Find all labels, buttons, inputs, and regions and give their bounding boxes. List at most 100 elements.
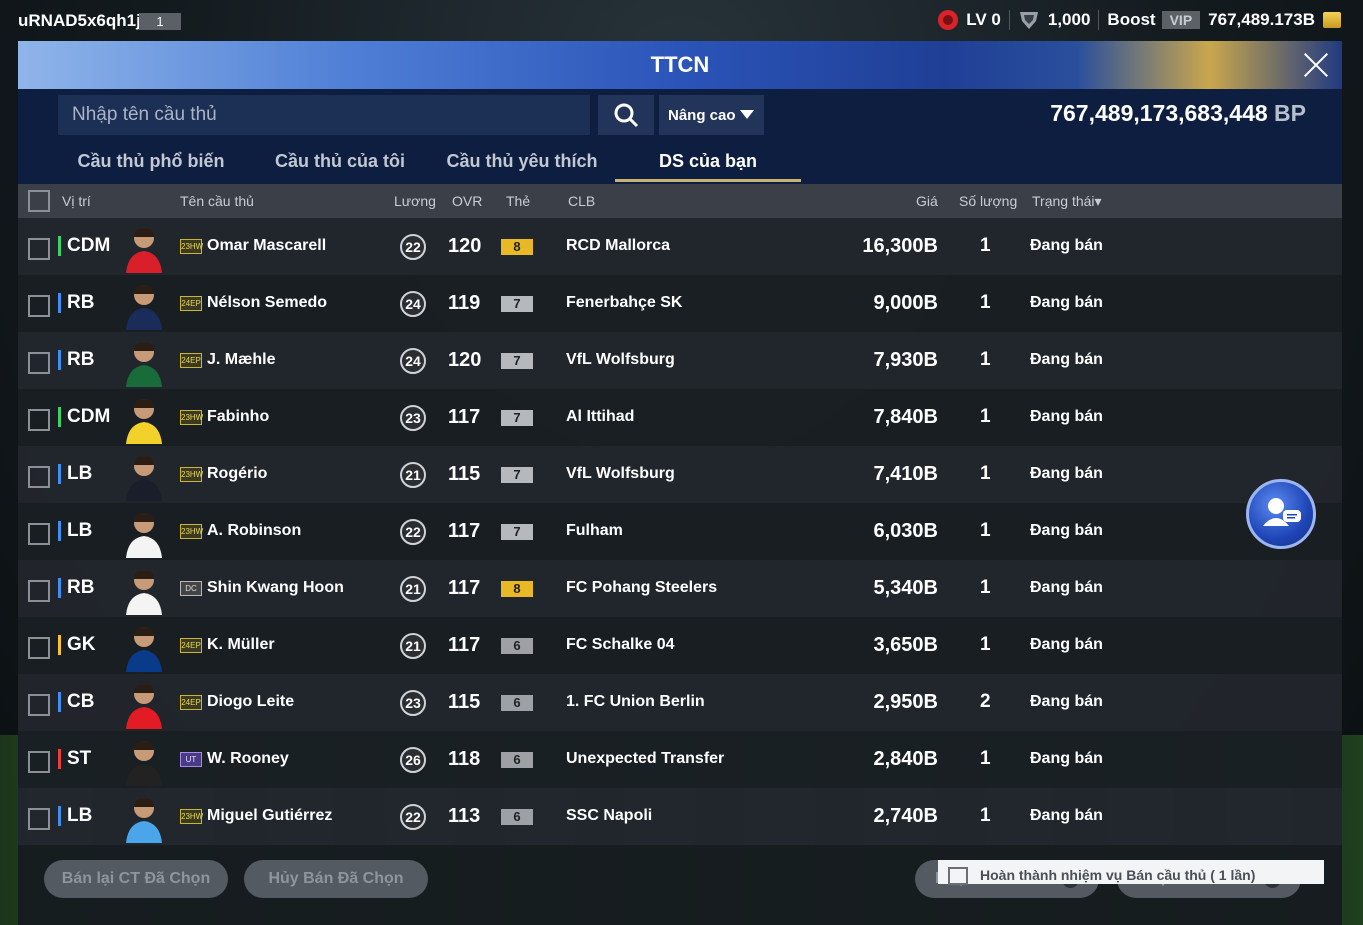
- close-icon[interactable]: [1300, 49, 1332, 81]
- player-name[interactable]: Omar Mascarell: [207, 237, 326, 255]
- status-label: Đang bán: [1030, 750, 1103, 767]
- player-name[interactable]: A. Robinson: [207, 522, 301, 540]
- quantity-value: 1: [980, 349, 991, 370]
- header-club[interactable]: CLB: [568, 193, 595, 209]
- table-row[interactable]: ST UT W. Rooney 26 118 6 Unexpected Tran…: [18, 731, 1342, 788]
- header-grade[interactable]: Thẻ: [506, 193, 530, 209]
- position-label: CB: [58, 692, 94, 712]
- table-row[interactable]: RB DC Shin Kwang Hoon 21 117 8 FC Pohang…: [18, 560, 1342, 617]
- table-row[interactable]: CB 24EP Diogo Leite 23 115 6 1. FC Union…: [18, 674, 1342, 731]
- table-row[interactable]: LB 23HW Miguel Gutiérrez 22 113 6 SSC Na…: [18, 788, 1342, 845]
- mission-toast[interactable]: Hoàn thành nhiệm vụ Bán cầu thủ ( 1 lần): [938, 860, 1324, 885]
- player-name[interactable]: K. Müller: [207, 636, 275, 654]
- price-value: 7,930B: [873, 349, 939, 371]
- row-checkbox[interactable]: [28, 466, 50, 488]
- row-checkbox[interactable]: [28, 637, 50, 659]
- select-all-checkbox[interactable]: [28, 190, 50, 212]
- player-name[interactable]: Diogo Leite: [207, 693, 294, 711]
- player-name[interactable]: Rogério: [207, 465, 267, 483]
- cancel-selected-button[interactable]: Hủy Bán Đã Chọn: [244, 860, 428, 898]
- tab-popular[interactable]: Cầu thủ phổ biến: [76, 148, 226, 182]
- header-salary[interactable]: Lương: [394, 193, 436, 209]
- row-checkbox[interactable]: [28, 694, 50, 716]
- header-status[interactable]: Trạng thái▾: [1032, 193, 1102, 210]
- resell-selected-button[interactable]: Bán lại CT Đã Chọn: [44, 860, 228, 898]
- bp-balance: 767,489,173,683,448 BP: [1050, 100, 1306, 127]
- advanced-filter-dropdown[interactable]: Nâng cao: [659, 95, 764, 135]
- tab-favorites[interactable]: Cầu thủ yêu thích: [446, 148, 598, 182]
- row-checkbox[interactable]: [28, 808, 50, 830]
- status-label: Đang bán: [1030, 237, 1103, 254]
- club-name: RCD Mallorca: [566, 237, 671, 254]
- player-photo[interactable]: [122, 508, 166, 558]
- price-value: 7,840B: [873, 406, 939, 428]
- tab-my-list[interactable]: DS của bạn: [615, 148, 801, 182]
- player-photo[interactable]: [122, 223, 166, 273]
- status-label: Đang bán: [1030, 351, 1103, 368]
- player-photo[interactable]: [122, 736, 166, 786]
- player-name[interactable]: Fabinho: [207, 408, 269, 426]
- currency-bar: LV 0 1,000 Boost VIP 767,489.173B: [938, 9, 1341, 31]
- grade-badge: 6: [501, 695, 533, 711]
- tab-my-players[interactable]: Cầu thủ của tôi: [270, 148, 410, 182]
- row-checkbox[interactable]: [28, 409, 50, 431]
- vip-badge[interactable]: VIP: [1161, 11, 1201, 29]
- price-value: 9,000B: [873, 292, 939, 314]
- row-checkbox[interactable]: [28, 295, 50, 317]
- player-name[interactable]: Shin Kwang Hoon: [207, 579, 344, 597]
- player-photo[interactable]: [122, 793, 166, 843]
- table-row[interactable]: LB 23HW A. Robinson 22 117 7 Fulham 6,03…: [18, 503, 1342, 560]
- table-row[interactable]: RB 24EP Nélson Semedo 24 119 7 Fenerbahç…: [18, 275, 1342, 332]
- boost-label[interactable]: Boost: [1107, 10, 1155, 30]
- search-icon: [614, 103, 639, 128]
- grade-badge: 7: [501, 467, 533, 483]
- salary-badge: 22: [400, 519, 426, 545]
- header-position[interactable]: Vị trí: [62, 193, 91, 209]
- header-quantity[interactable]: Số lượng: [959, 193, 1017, 209]
- row-checkbox[interactable]: [28, 751, 50, 773]
- table-row[interactable]: CDM 23HW Fabinho 23 117 7 Al Ittihad 7,8…: [18, 389, 1342, 446]
- header-name[interactable]: Tên cầu thủ: [180, 193, 254, 209]
- player-photo[interactable]: [122, 565, 166, 615]
- table-row[interactable]: CDM 23HW Omar Mascarell 22 120 8 RCD Mal…: [18, 218, 1342, 275]
- player-photo[interactable]: [122, 622, 166, 672]
- club-name: Fenerbahçe SK: [566, 294, 683, 311]
- price-value: 7,410B: [873, 463, 939, 485]
- level-text: LV 0: [966, 10, 1001, 29]
- player-photo[interactable]: [122, 280, 166, 330]
- club-name: FC Pohang Steelers: [566, 579, 718, 596]
- row-checkbox[interactable]: [28, 580, 50, 602]
- quantity-value: 1: [980, 805, 991, 826]
- grade-badge: 7: [501, 353, 533, 369]
- table-row[interactable]: RB 24EP J. Mæhle 24 120 7 VfL Wolfsburg …: [18, 332, 1342, 389]
- position-label: RB: [58, 578, 94, 598]
- position-label: LB: [58, 806, 92, 826]
- chevron-down-icon: [740, 110, 754, 119]
- player-photo[interactable]: [122, 394, 166, 444]
- player-photo[interactable]: [122, 451, 166, 501]
- player-name[interactable]: Miguel Gutiérrez: [207, 807, 332, 825]
- user-badge: 1: [139, 13, 181, 30]
- position-label: RB: [58, 293, 94, 313]
- salary-badge: 26: [400, 747, 426, 773]
- row-checkbox[interactable]: [28, 523, 50, 545]
- player-name[interactable]: W. Rooney: [207, 750, 289, 768]
- search-input[interactable]: [58, 95, 590, 135]
- season-icon: 24EP: [180, 638, 202, 653]
- player-name[interactable]: Nélson Semedo: [207, 294, 327, 312]
- search-button[interactable]: [598, 95, 654, 135]
- row-checkbox[interactable]: [28, 238, 50, 260]
- header-price[interactable]: Giá: [916, 193, 938, 209]
- chat-support-button[interactable]: [1246, 479, 1316, 549]
- player-photo[interactable]: [122, 337, 166, 387]
- salary-badge: 24: [400, 348, 426, 374]
- mission-text: Hoàn thành nhiệm vụ Bán cầu thủ ( 1 lần): [980, 867, 1256, 883]
- grade-badge: 8: [501, 581, 533, 597]
- row-checkbox[interactable]: [28, 352, 50, 374]
- header-ovr[interactable]: OVR: [452, 193, 482, 209]
- player-name[interactable]: J. Mæhle: [207, 351, 275, 369]
- table-row[interactable]: LB 23HW Rogério 21 115 7 VfL Wolfsburg 7…: [18, 446, 1342, 503]
- player-photo[interactable]: [122, 679, 166, 729]
- table-row[interactable]: GK 24EP K. Müller 21 117 6 FC Schalke 04…: [18, 617, 1342, 674]
- ovr-value: 119: [448, 292, 481, 314]
